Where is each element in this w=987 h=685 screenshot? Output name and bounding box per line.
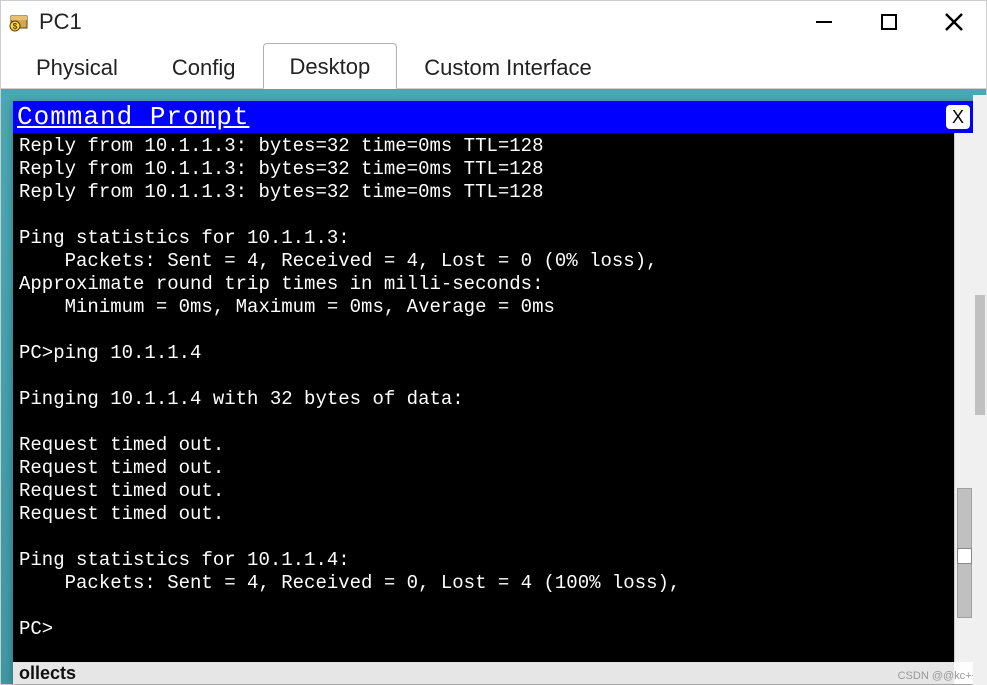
app-icon: $ xyxy=(9,10,33,34)
window-controls xyxy=(791,1,986,43)
terminal-container: Reply from 10.1.1.3: bytes=32 time=0ms T… xyxy=(13,133,974,684)
tab-config[interactable]: Config xyxy=(145,44,263,89)
command-prompt-close-button[interactable]: X xyxy=(946,105,970,129)
titlebar: $ PC1 xyxy=(1,1,986,43)
desktop-content: Command Prompt X Reply from 10.1.1.3: by… xyxy=(1,89,986,684)
watermark: CSDN @@kc++ xyxy=(898,670,978,682)
tab-physical[interactable]: Physical xyxy=(9,44,145,89)
command-prompt-title: Command Prompt xyxy=(17,102,946,132)
scrollbar-position-marker xyxy=(957,548,972,564)
tab-desktop[interactable]: Desktop xyxy=(263,43,398,89)
tabbar: Physical Config Desktop Custom Interface xyxy=(1,43,986,89)
close-button[interactable] xyxy=(921,1,986,43)
svg-text:$: $ xyxy=(13,22,18,31)
tab-custom-interface[interactable]: Custom Interface xyxy=(397,44,619,89)
command-prompt-titlebar: Command Prompt X xyxy=(13,101,974,133)
window-title: PC1 xyxy=(39,9,791,35)
partial-text: ollects xyxy=(19,663,76,684)
command-prompt-window: Command Prompt X Reply from 10.1.1.3: by… xyxy=(13,101,974,684)
minimize-button[interactable] xyxy=(791,1,856,43)
outer-scrollbar[interactable] xyxy=(973,95,987,685)
background-text-strip: ollects xyxy=(13,662,974,684)
terminal-scrollbar[interactable] xyxy=(954,133,974,684)
app-window: $ PC1 Physical Config Desktop Custom Int… xyxy=(0,0,987,685)
outer-scrollbar-thumb[interactable] xyxy=(975,295,985,415)
terminal-output[interactable]: Reply from 10.1.1.3: bytes=32 time=0ms T… xyxy=(13,133,954,684)
maximize-button[interactable] xyxy=(856,1,921,43)
